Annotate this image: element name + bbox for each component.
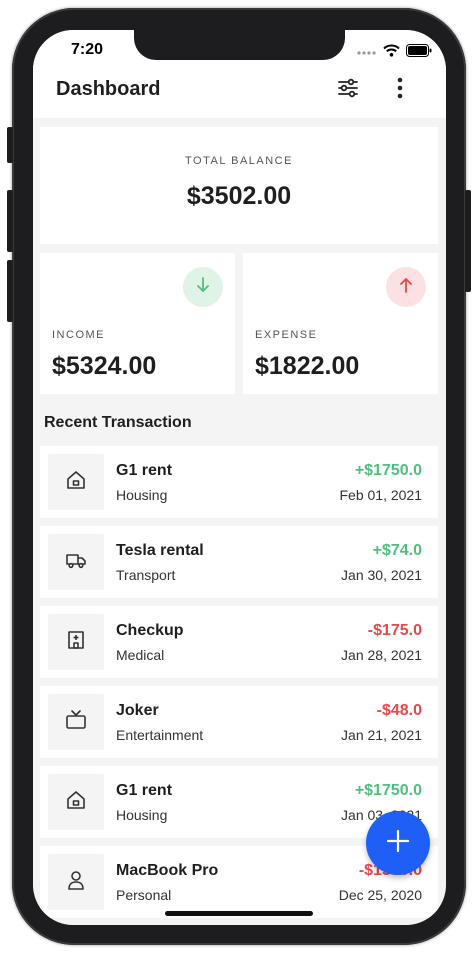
- house-icon: [65, 789, 87, 816]
- more-vertical-icon: [397, 77, 403, 104]
- transaction-amount: +$1750.0: [354, 782, 422, 799]
- side-button-volume-up: [7, 190, 13, 252]
- total-balance-card: TOTAL BALANCE $3502.00: [40, 127, 438, 244]
- wifi-icon: [383, 44, 400, 62]
- transaction-icon: [48, 534, 104, 590]
- expense-label: EXPENSE: [255, 329, 318, 341]
- transaction-icon: [48, 694, 104, 750]
- transaction-item[interactable]: G1 rent Housing +$1750.0 Feb 01, 2021: [40, 446, 438, 518]
- arrow-up-icon: [397, 276, 415, 299]
- transaction-date: Jan 28, 2021: [341, 647, 422, 663]
- total-balance-label: TOTAL BALANCE: [185, 155, 293, 167]
- side-button-mute: [7, 127, 13, 163]
- transaction-icon: [48, 614, 104, 670]
- transaction-title: G1 rent: [116, 462, 173, 479]
- transaction-title: MacBook Pro: [116, 862, 219, 879]
- filter-button[interactable]: [332, 74, 364, 106]
- notch: [134, 30, 345, 60]
- status-time: 7:20: [71, 41, 104, 58]
- truck-icon: [65, 549, 87, 576]
- house-icon: [65, 469, 87, 496]
- income-icon: [183, 267, 223, 307]
- transaction-category: Entertainment: [116, 727, 204, 743]
- transaction-category: Housing: [116, 487, 168, 503]
- transaction-icon: [48, 854, 104, 910]
- transaction-item[interactable]: Joker Entertainment -$48.0 Jan 21, 2021: [40, 686, 438, 758]
- expense-card: EXPENSE $1822.00: [243, 253, 438, 394]
- recent-transaction-title: Recent Transaction: [44, 414, 192, 431]
- transaction-item[interactable]: Tesla rental Transport +$74.0 Jan 30, 20…: [40, 526, 438, 598]
- expense-icon: [386, 267, 426, 307]
- transaction-category: Medical: [116, 647, 165, 663]
- transaction-date: Jan 30, 2021: [341, 567, 422, 583]
- income-label: INCOME: [52, 329, 105, 341]
- hospital-icon: [65, 629, 87, 656]
- sliders-icon: [337, 77, 359, 104]
- expense-value: $1822.00: [255, 352, 360, 380]
- plus-icon: [386, 829, 410, 858]
- transaction-icon: [48, 454, 104, 510]
- transaction-amount: -$48.0: [376, 702, 422, 719]
- transaction-date: Jan 21, 2021: [341, 727, 422, 743]
- transaction-icon: [48, 774, 104, 830]
- add-transaction-button[interactable]: [366, 811, 430, 875]
- transaction-title: Checkup: [116, 622, 184, 639]
- transaction-title: Joker: [116, 702, 159, 719]
- battery-icon: [406, 44, 432, 62]
- signal-icon: [357, 44, 377, 62]
- transaction-amount: +$74.0: [372, 542, 422, 559]
- transaction-amount: +$1750.0: [354, 462, 422, 479]
- transaction-date: Feb 01, 2021: [339, 487, 422, 503]
- person-icon: [65, 869, 87, 896]
- more-options-button[interactable]: [384, 74, 416, 106]
- income-value: $5324.00: [52, 352, 157, 380]
- transaction-title: G1 rent: [116, 782, 173, 799]
- total-balance-value: $3502.00: [186, 182, 292, 210]
- side-button-volume-down: [7, 260, 13, 322]
- income-card: INCOME $5324.00: [40, 253, 235, 394]
- status-icons: [357, 44, 432, 62]
- screen: 7:20 Dashboard TOTAL BALANCE $3502.00 IN…: [33, 30, 446, 925]
- app-header: Dashboard: [33, 74, 446, 118]
- home-indicator: [165, 911, 313, 916]
- tv-icon: [65, 709, 87, 736]
- transaction-category: Transport: [116, 567, 176, 583]
- transaction-category: Personal: [116, 887, 172, 903]
- side-button-power: [465, 190, 471, 292]
- page-title: Dashboard: [56, 78, 161, 100]
- arrow-down-icon: [194, 276, 212, 299]
- transaction-date: Dec 25, 2020: [338, 887, 422, 903]
- transaction-amount: -$175.0: [367, 622, 422, 639]
- transaction-category: Housing: [116, 807, 168, 823]
- transaction-title: Tesla rental: [116, 542, 204, 559]
- transaction-item[interactable]: Checkup Medical -$175.0 Jan 28, 2021: [40, 606, 438, 678]
